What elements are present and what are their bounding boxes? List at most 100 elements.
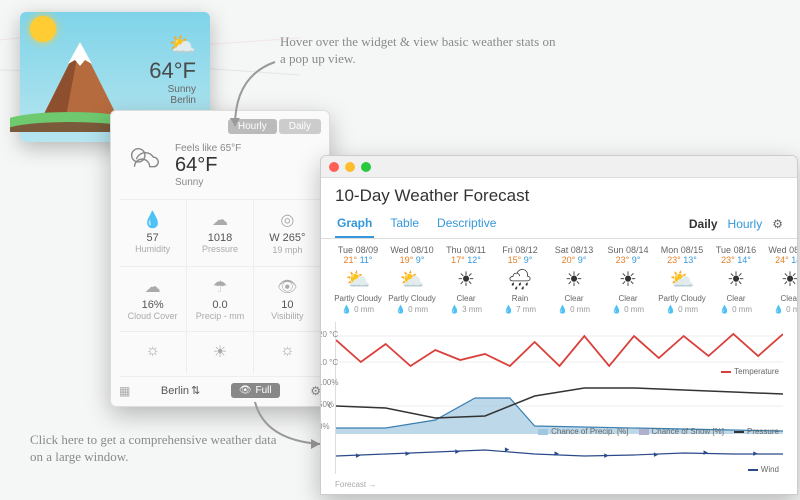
day-condition: Partly Cloudy (385, 294, 439, 303)
forecast-window: 10-Day Weather Forecast Graph Table Desc… (320, 155, 798, 495)
day-condition: Clear (601, 294, 655, 303)
day-condition: Clear (709, 294, 763, 303)
sun-icon: ☀ (191, 342, 248, 362)
forecast-day[interactable]: Wed 08/1019° 9° ⛅ Partly Cloudy 💧 0 mm (385, 245, 439, 314)
tab-descriptive[interactable]: Descriptive (435, 210, 498, 238)
tab-graph[interactable]: Graph (335, 210, 374, 238)
forecast-day[interactable]: Tue 08/1623° 14° ☀ Clear 💧 0 mm (709, 245, 763, 314)
cloud-icon: ☁ (191, 210, 248, 230)
stat-cell: ☀ (186, 331, 253, 374)
mode-hourly[interactable]: Hourly (728, 217, 763, 231)
forecast-day[interactable]: Sun 08/1423° 9°☀Clear💧 0 mm (601, 245, 655, 314)
day-date: Wed 08/10 (385, 245, 439, 255)
day-temps: 20° 9° (547, 255, 601, 265)
grid-icon[interactable]: ▦ (119, 384, 130, 398)
stat-value: W 265°19 mph (258, 232, 317, 256)
location-select[interactable]: Berlin⇅ (161, 384, 200, 397)
svg-text:▸: ▸ (505, 444, 510, 454)
forecast-day[interactable]: Wed 08/1724° 14°☀Clear💧 0 mm (763, 245, 798, 314)
forecast-day-row: Tue 08/0921° 11°⛅Partly Cloudy💧 0 mmWed … (321, 239, 797, 318)
stat-value: 57 (123, 232, 182, 244)
clear-icon: ☀ (709, 267, 763, 292)
close-icon[interactable] (329, 162, 339, 172)
forecast-day[interactable]: Thu 08/1117° 12°☀Clear💧 3 mm (439, 245, 493, 314)
day-condition: Clear (547, 294, 601, 303)
arrow-icon (225, 400, 325, 460)
day-temps: 23° 9° (601, 255, 655, 265)
stat-cell: ☁1018Pressure (186, 199, 253, 266)
updown-icon: ⇅ (191, 384, 200, 397)
day-precip: 💧 0 mm (709, 305, 763, 314)
svg-text:▸: ▸ (455, 446, 460, 456)
window-titlebar[interactable] (321, 156, 797, 178)
tab-daily[interactable]: Daily (279, 119, 321, 134)
eye-icon: 👁 (258, 277, 317, 297)
full-button[interactable]: 👁Full (231, 383, 280, 398)
forecast-footnote: Forecast → (321, 478, 797, 491)
stats-grid: 💧57Humidity☁1018Pressure◎W 265°19 mph ☁ 16… (119, 199, 321, 374)
cloud-sun-icon (125, 142, 163, 189)
clear-icon: ☀ (439, 267, 493, 292)
clear-icon: ☀ (547, 267, 601, 292)
stat-cell: 👁10Visibility (254, 266, 321, 331)
stat-label: Cloud Cover (123, 311, 182, 321)
zoom-icon[interactable] (361, 162, 371, 172)
widget-temperature: 64°F (149, 58, 196, 84)
day-precip: 💧 0 mm (601, 305, 655, 314)
svg-text:▸: ▸ (555, 448, 560, 458)
tab-table[interactable]: Table (388, 210, 421, 238)
partly-icon: ⛅ (385, 267, 439, 292)
forecast-day[interactable]: Mon 08/1523° 13°⛅Partly Cloudy💧 0 mm (655, 245, 709, 314)
widget-condition: Sunny (149, 84, 196, 95)
stat-value: 0.0 (191, 299, 248, 311)
day-precip: 💧 7 mm (493, 305, 547, 314)
annotation-hover: Hover over the widget & view basic weath… (280, 34, 560, 68)
gear-icon[interactable]: ⚙ (772, 217, 783, 231)
svg-text:▸: ▸ (753, 448, 758, 458)
svg-text:▸: ▸ (704, 447, 709, 457)
cloud-sun-icon: ⛅ (149, 32, 196, 58)
clear-icon: ☀ (763, 267, 798, 292)
svg-text:▸: ▸ (356, 450, 361, 460)
rain-icon: 🌧 (493, 267, 547, 292)
partly-icon: ⛅ (331, 267, 385, 292)
day-temps: 24° 14° (763, 255, 798, 265)
stat-cell: ◎W 265°19 mph (254, 199, 321, 266)
popover-temperature: 64°F (175, 154, 241, 177)
day-precip: 💧 0 mm (385, 305, 439, 314)
day-date: Fri 08/12 (493, 245, 547, 255)
sunset-icon: ☼ (258, 342, 317, 360)
day-temps: 23° 14° (709, 255, 763, 265)
stat-value: 10 (258, 299, 317, 311)
stat-label: Pressure (191, 244, 248, 254)
precipitation-chart: 100% 50% 0% Chance of Precip. [%] Chance… (335, 378, 783, 434)
day-precip: 💧 0 mm (655, 305, 709, 314)
wind-chart: ▸▸▸▸▸▸▸▸▸ Wind (335, 434, 783, 474)
mode-daily[interactable]: Daily (689, 217, 718, 231)
stat-value: 16% (123, 299, 182, 311)
forecast-day[interactable]: Fri 08/1215° 9°🌧Rain💧 7 mm (493, 245, 547, 314)
partly-icon: ⛅ (655, 267, 709, 292)
day-date: Sun 08/14 (601, 245, 655, 255)
stat-label: Precip - mm (191, 311, 248, 321)
feels-like: Feels like 65°F (175, 143, 241, 154)
day-precip: 💧 0 mm (331, 305, 385, 314)
stat-cell: 💧57Humidity (119, 199, 186, 266)
day-condition: Rain (493, 294, 547, 303)
svg-text:▸: ▸ (654, 449, 659, 459)
forecast-day[interactable]: Tue 08/0921° 11°⛅Partly Cloudy💧 0 mm (331, 245, 385, 314)
day-date: Tue 08/09 (331, 245, 385, 255)
day-condition: Clear (439, 294, 493, 303)
sunrise-icon: ☼ (123, 342, 182, 360)
day-date: Tue 08/16 (709, 245, 763, 255)
cloud-icon: ☁ (123, 277, 182, 297)
forecast-day[interactable]: Sat 08/1320° 9°☀Clear💧 0 mm (547, 245, 601, 314)
minimize-icon[interactable] (345, 162, 355, 172)
widget-location: Berlin (149, 95, 196, 106)
popover-condition: Sunny (175, 177, 241, 188)
day-temps: 17° 12° (439, 255, 493, 265)
day-temps: 19° 9° (385, 255, 439, 265)
svg-text:▸: ▸ (406, 448, 411, 458)
day-temps: 23° 13° (655, 255, 709, 265)
compass-icon: ◎ (258, 210, 317, 230)
